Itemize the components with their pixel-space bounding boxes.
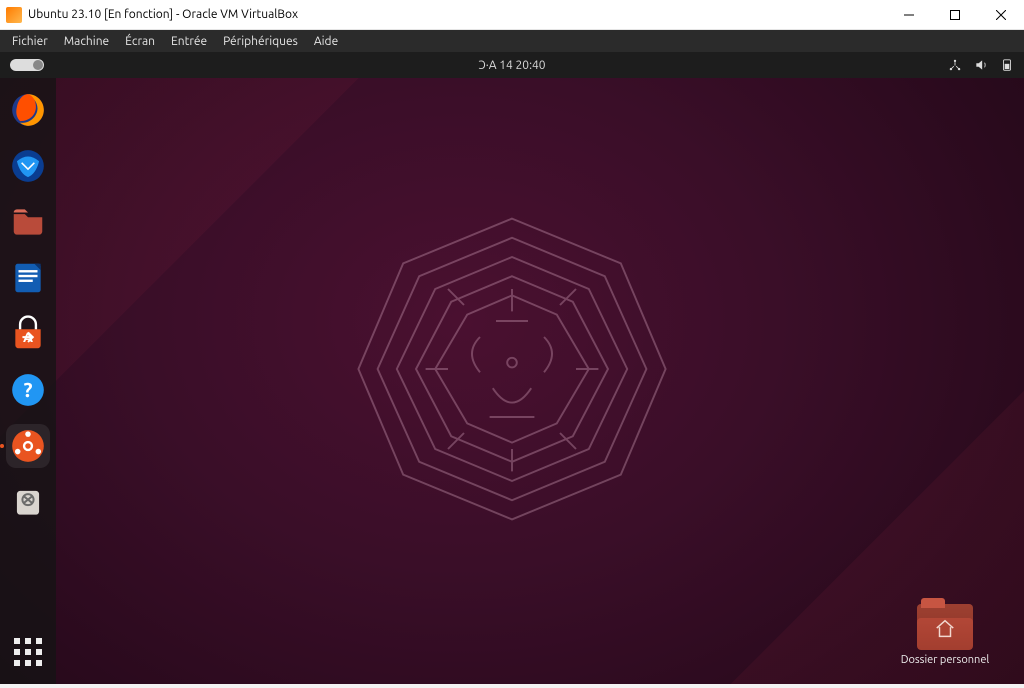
ubuntu-settings-icon bbox=[9, 427, 47, 465]
guest-display: Ɔ·A 14 20:40 bbox=[0, 52, 1024, 684]
virtualbox-icon bbox=[6, 7, 22, 23]
firefox-icon bbox=[9, 91, 47, 129]
dock-settings[interactable] bbox=[6, 424, 50, 468]
dock-trash[interactable] bbox=[6, 480, 50, 524]
dock-writer[interactable] bbox=[6, 256, 50, 300]
files-icon bbox=[9, 203, 47, 241]
dock-software[interactable]: A bbox=[6, 312, 50, 356]
trash-icon bbox=[9, 483, 47, 521]
ubuntu-dock: A ? bbox=[0, 78, 56, 684]
menu-machine[interactable]: Machine bbox=[56, 33, 117, 50]
help-icon: ? bbox=[9, 371, 47, 409]
network-icon bbox=[948, 58, 962, 72]
menu-ecran[interactable]: Écran bbox=[117, 33, 163, 50]
gnome-topbar: Ɔ·A 14 20:40 bbox=[0, 52, 1024, 78]
system-status-area[interactable] bbox=[948, 58, 1014, 72]
topbar-clock[interactable]: Ɔ·A 14 20:40 bbox=[478, 59, 545, 72]
maximize-button[interactable] bbox=[932, 0, 978, 30]
svg-text:A: A bbox=[23, 329, 33, 345]
activities-pill[interactable] bbox=[10, 59, 44, 71]
minimize-button[interactable] bbox=[886, 0, 932, 30]
power-icon bbox=[1000, 58, 1014, 72]
menu-aide[interactable]: Aide bbox=[306, 33, 346, 50]
host-taskbar-sliver bbox=[0, 684, 1024, 688]
gnome-desktop[interactable]: A ? bbox=[0, 78, 1024, 684]
desktop-icon-home[interactable]: Dossier personnel bbox=[890, 604, 1000, 666]
show-applications-button[interactable] bbox=[6, 630, 50, 674]
desktop-icon-label: Dossier personnel bbox=[901, 654, 990, 666]
dock-files[interactable] bbox=[6, 200, 50, 244]
menu-peripheriques[interactable]: Périphériques bbox=[215, 33, 306, 50]
dock-thunderbird[interactable] bbox=[6, 144, 50, 188]
dock-help[interactable]: ? bbox=[6, 368, 50, 412]
dock-firefox[interactable] bbox=[6, 88, 50, 132]
svg-text:?: ? bbox=[23, 378, 32, 401]
window-title: Ubuntu 23.10 [En fonction] - Oracle VM V… bbox=[28, 8, 298, 21]
ubuntu-software-icon: A bbox=[9, 315, 47, 353]
libreoffice-writer-icon bbox=[9, 259, 47, 297]
wallpaper-maze-art bbox=[352, 209, 672, 529]
thunderbird-icon bbox=[9, 147, 47, 185]
menu-entree[interactable]: Entrée bbox=[163, 33, 215, 50]
home-folder-icon bbox=[917, 604, 973, 650]
close-button[interactable] bbox=[978, 0, 1024, 30]
volume-icon bbox=[974, 58, 988, 72]
virtualbox-titlebar: Ubuntu 23.10 [En fonction] - Oracle VM V… bbox=[0, 0, 1024, 30]
virtualbox-menubar: Fichier Machine Écran Entrée Périphériqu… bbox=[0, 30, 1024, 52]
menu-fichier[interactable]: Fichier bbox=[4, 33, 56, 50]
